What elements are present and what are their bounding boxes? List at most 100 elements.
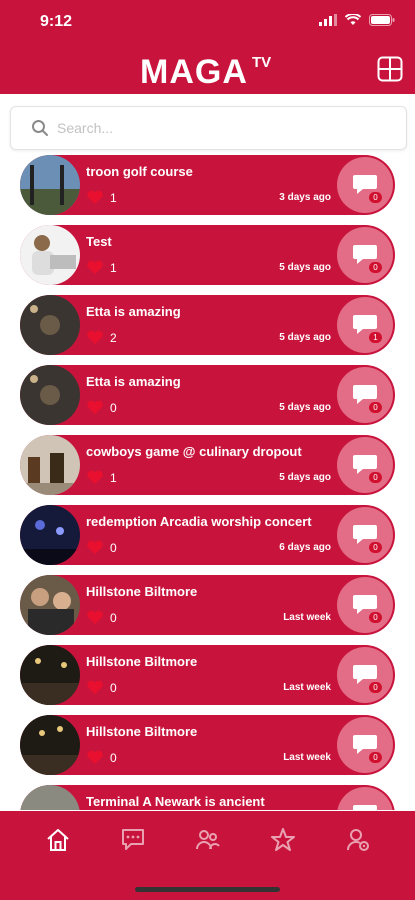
post-title: Terminal A Newark is ancient <box>86 794 265 809</box>
post-list[interactable]: troon golf course 1 3 days ago 0 Test 1 … <box>0 155 415 810</box>
search-input[interactable] <box>55 107 389 149</box>
star-icon[interactable] <box>270 827 296 853</box>
post-title: redemption Arcadia worship concert <box>86 514 312 529</box>
comment-button[interactable]: 0 <box>337 507 393 563</box>
like-count: 0 <box>110 680 117 695</box>
likes-group: 1 <box>86 470 117 485</box>
comment-button[interactable]: 0 <box>337 437 393 493</box>
post-card[interactable]: Etta is amazing 2 5 days ago 1 <box>20 295 395 355</box>
app-logo: MAGA TV <box>140 52 271 92</box>
post-card[interactable]: redemption Arcadia worship concert 0 6 d… <box>20 505 395 565</box>
search-bar[interactable] <box>10 106 407 150</box>
like-count: 1 <box>110 190 117 205</box>
post-card[interactable]: Terminal A Newark is ancient <box>20 785 395 810</box>
post-title: Test <box>86 234 112 249</box>
comment-count-badge: 0 <box>369 682 382 693</box>
comment-button[interactable]: 1 <box>337 297 393 353</box>
comment-count-badge: 0 <box>369 612 382 623</box>
heart-icon[interactable] <box>86 190 104 205</box>
post-title: troon golf course <box>86 164 193 179</box>
post-time: 5 days ago <box>279 472 331 483</box>
post-time: 5 days ago <box>279 332 331 343</box>
post-card[interactable]: Test 1 5 days ago 0 <box>20 225 395 285</box>
status-bar: 9:12 <box>0 0 415 44</box>
comment-count-badge: 1 <box>369 332 382 343</box>
heart-icon[interactable] <box>86 680 104 695</box>
status-time: 9:12 <box>40 13 73 30</box>
post-card[interactable]: troon golf course 1 3 days ago 0 <box>20 155 395 215</box>
post-time: 5 days ago <box>279 402 331 413</box>
home-indicator <box>135 887 280 892</box>
comment-count-badge: 0 <box>369 262 382 273</box>
search-icon <box>32 120 48 136</box>
grid-menu-icon[interactable] <box>377 56 403 82</box>
heart-icon[interactable] <box>86 610 104 625</box>
profile-settings-icon[interactable] <box>345 827 371 853</box>
comment-button[interactable]: 0 <box>337 157 393 213</box>
friends-icon[interactable] <box>195 827 221 853</box>
comment-button[interactable]: 0 <box>337 717 393 773</box>
post-card[interactable]: Etta is amazing 0 5 days ago 0 <box>20 365 395 425</box>
heart-icon[interactable] <box>86 400 104 415</box>
post-thumbnail <box>20 435 80 495</box>
post-card[interactable]: Hillstone Biltmore 0 Last week 0 <box>20 645 395 705</box>
post-time: Last week <box>283 612 331 623</box>
post-card[interactable]: Hillstone Biltmore 0 Last week 0 <box>20 715 395 775</box>
post-thumbnail <box>20 225 80 285</box>
post-time: 6 days ago <box>279 542 331 553</box>
wifi-icon <box>345 14 361 25</box>
comment-button[interactable] <box>337 787 393 810</box>
post-thumbnail <box>20 155 80 215</box>
heart-icon[interactable] <box>86 330 104 345</box>
comment-count-badge: 0 <box>369 752 382 763</box>
likes-group: 1 <box>86 190 117 205</box>
likes-group: 0 <box>86 750 117 765</box>
comment-button[interactable]: 0 <box>337 367 393 423</box>
like-count: 1 <box>110 470 117 485</box>
post-thumbnail <box>20 785 80 810</box>
likes-group: 0 <box>86 540 117 555</box>
post-time: Last week <box>283 682 331 693</box>
status-icons <box>319 14 395 26</box>
home-icon[interactable] <box>45 827 71 853</box>
post-title: cowboys game @ culinary dropout <box>86 444 302 459</box>
like-count: 0 <box>110 400 117 415</box>
comment-button[interactable]: 0 <box>337 647 393 703</box>
post-title: Hillstone Biltmore <box>86 584 198 599</box>
likes-group: 2 <box>86 330 117 345</box>
heart-icon[interactable] <box>86 470 104 485</box>
like-count: 0 <box>110 610 117 625</box>
comment-button[interactable]: 0 <box>337 227 393 283</box>
comment-count-badge: 0 <box>369 542 382 553</box>
chat-icon[interactable] <box>120 827 146 853</box>
like-count: 1 <box>110 260 117 275</box>
post-card[interactable]: cowboys game @ culinary dropout 1 5 days… <box>20 435 395 495</box>
post-time: Last week <box>283 752 331 763</box>
like-count: 0 <box>110 750 117 765</box>
post-thumbnail <box>20 505 80 565</box>
comment-bubble-icon <box>353 805 377 810</box>
likes-group: 0 <box>86 610 117 625</box>
comment-count-badge: 0 <box>369 192 382 203</box>
post-title: Etta is amazing <box>86 374 181 389</box>
comment-button[interactable]: 0 <box>337 577 393 633</box>
like-count: 2 <box>110 330 117 345</box>
like-count: 0 <box>110 540 117 555</box>
likes-group: 0 <box>86 680 117 695</box>
logo-tv-text: TV <box>252 54 272 71</box>
post-card[interactable]: Hillstone Biltmore 0 Last week 0 <box>20 575 395 635</box>
battery-icon <box>369 14 395 26</box>
post-thumbnail <box>20 645 80 705</box>
comment-count-badge: 0 <box>369 472 382 483</box>
logo-main-text: MAGA <box>140 53 248 91</box>
post-thumbnail <box>20 575 80 635</box>
heart-icon[interactable] <box>86 260 104 275</box>
post-time: 5 days ago <box>279 262 331 273</box>
post-time: 3 days ago <box>279 192 331 203</box>
post-title: Hillstone Biltmore <box>86 724 198 739</box>
likes-group: 1 <box>86 260 117 275</box>
post-thumbnail <box>20 295 80 355</box>
heart-icon[interactable] <box>86 750 104 765</box>
app-header: MAGA TV <box>0 44 415 94</box>
heart-icon[interactable] <box>86 540 104 555</box>
